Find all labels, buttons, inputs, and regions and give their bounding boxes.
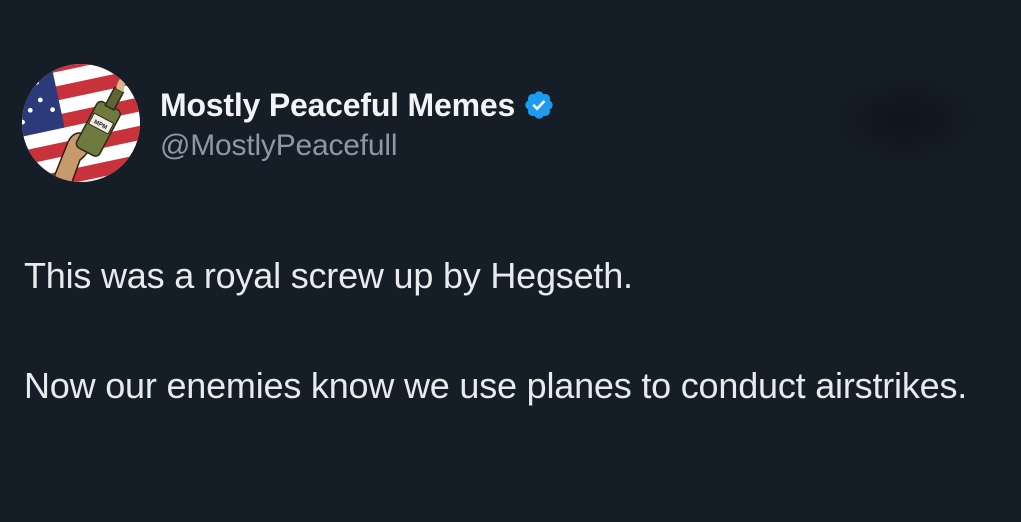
tweet-paragraph: This was a royal screw up by Hegseth. bbox=[24, 255, 633, 296]
display-name-row: Mostly Peaceful Memes bbox=[160, 83, 555, 127]
tweet-paragraph: Now our enemies know we use planes to co… bbox=[24, 365, 968, 406]
tweet-header: MPM Mostly Peaceful Memes @MostlyPeacefu… bbox=[22, 64, 555, 182]
avatar-flag-image: MPM bbox=[22, 64, 140, 182]
verified-badge-icon bbox=[523, 89, 555, 121]
background-blur bbox=[821, 70, 991, 170]
tweet-text: This was a royal screw up by Hegseth. No… bbox=[24, 248, 1004, 413]
tweet-card: MPM Mostly Peaceful Memes @MostlyPeacefu… bbox=[0, 0, 1021, 522]
avatar[interactable]: MPM bbox=[22, 64, 140, 182]
handle[interactable]: @MostlyPeacefull bbox=[160, 129, 555, 163]
display-name[interactable]: Mostly Peaceful Memes bbox=[160, 87, 515, 124]
author-names: Mostly Peaceful Memes @MostlyPeacefull bbox=[160, 83, 555, 163]
